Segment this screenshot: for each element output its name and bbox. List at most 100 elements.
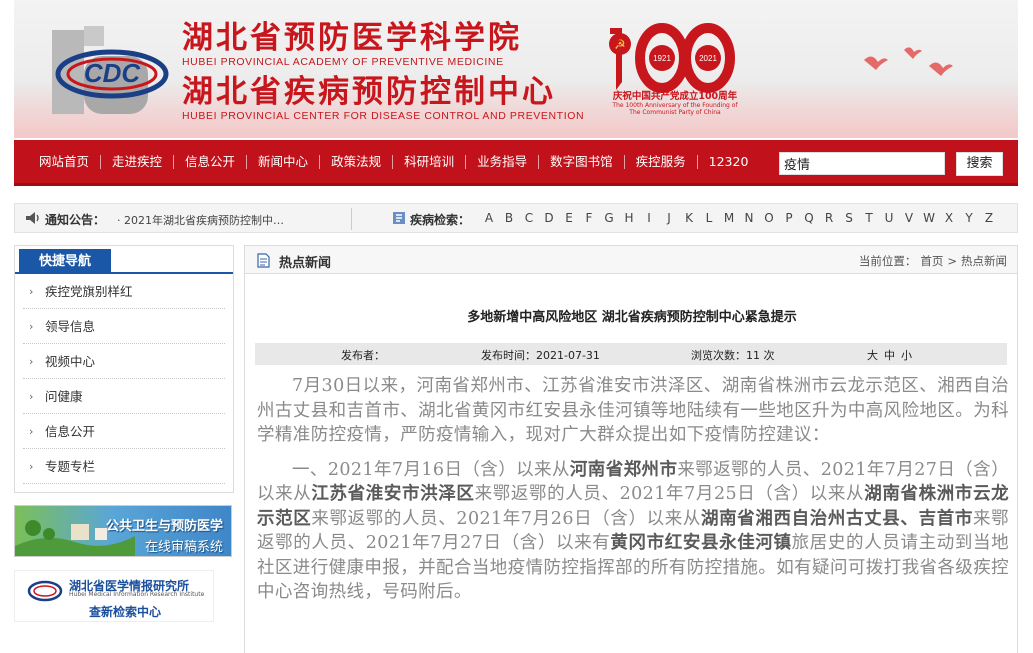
nav-item[interactable]: 走进疾控 xyxy=(101,154,173,170)
cdc-title: 湖北省疾病预防控制中心 xyxy=(182,74,556,110)
font-size-small-button[interactable]: 小 xyxy=(901,349,912,362)
quick-nav-label: 问健康 xyxy=(45,389,83,404)
nav-item[interactable]: 网站首页 xyxy=(28,154,100,170)
alphabet-letter-link[interactable]: D xyxy=(539,211,559,225)
search-button[interactable]: 搜索 xyxy=(956,152,1003,176)
quick-nav-item[interactable]: › 视频中心 xyxy=(23,344,225,379)
nav-item[interactable]: 12320 xyxy=(698,154,760,170)
svg-text:2021: 2021 xyxy=(699,54,717,63)
alphabet-letter-link[interactable]: P xyxy=(779,211,799,225)
alphabet-letter-link[interactable]: G xyxy=(599,211,619,225)
alphabet-letter-link[interactable]: S xyxy=(839,211,859,225)
nav-item[interactable]: 业务指导 xyxy=(466,154,538,170)
nav-item[interactable]: 政策法规 xyxy=(320,154,392,170)
review-system-line2: 在线审稿系统 xyxy=(144,540,223,555)
alphabet-letter-link[interactable]: U xyxy=(879,211,899,225)
svg-text:CDC: CDC xyxy=(84,58,142,88)
chevron-right-icon: › xyxy=(29,390,34,403)
highlighted-region: 湖南省湘西自治州古丈县、吉首市 xyxy=(701,508,973,529)
breadcrumb-home[interactable]: 首页 xyxy=(920,254,943,268)
breadcrumb-current[interactable]: 热点新闻 xyxy=(961,254,1007,268)
alphabet-letter-link[interactable]: M xyxy=(719,211,739,225)
chevron-right-icon: › xyxy=(29,320,34,333)
alphabet-letter-link[interactable]: X xyxy=(939,211,959,225)
paragraph-text: 来鄂返鄂的人员、2021年7月26日（含）以来从 xyxy=(311,508,702,529)
alphabet-letter-link[interactable]: O xyxy=(759,211,779,225)
academy-title: 湖北省预防医学科学院 xyxy=(182,20,522,56)
alphabet-letter-link[interactable]: J xyxy=(659,211,679,225)
institute-name-en: Hubei Medical Information Research Insti… xyxy=(69,591,205,598)
header-banner: CDC 湖北省预防医学科学院 HUBEI PROVINCIAL ACADEMY … xyxy=(14,0,1018,138)
alphabet-letter-link[interactable]: T xyxy=(859,211,879,225)
alphabet-letter-link[interactable]: V xyxy=(899,211,919,225)
font-size-large-button[interactable]: 大 xyxy=(867,349,878,362)
alphabet-letter-link[interactable]: W xyxy=(919,211,939,225)
novelty-search-center: 查新检索中心 xyxy=(89,605,162,619)
alphabet-letter-link[interactable]: Y xyxy=(959,211,979,225)
quick-nav-list: › 疾控党旗别样红 › 领导信息 › 视频中心 › 问健康 › 信息公开 › 专题专栏 xyxy=(15,274,233,484)
quick-nav-item[interactable]: › 专题专栏 xyxy=(23,449,225,484)
chevron-right-icon: › xyxy=(29,285,34,298)
alphabet-letter-link[interactable]: K xyxy=(679,211,699,225)
cdc-title-en: HUBEI PROVINCIAL CENTER FOR DISEASE CONT… xyxy=(182,110,585,122)
quick-nav-item[interactable]: › 信息公开 xyxy=(23,414,225,449)
centenary-en-1: The 100th Anniversary of the Founding of xyxy=(612,102,738,109)
alphabet-letter-link[interactable]: A xyxy=(479,211,499,225)
nav-item[interactable]: 数字图书馆 xyxy=(539,154,624,170)
alphabet-letter-link[interactable]: Z xyxy=(979,211,999,225)
novelty-search-banner[interactable]: 湖北省医学情报研究所 Hubei Medical Information Res… xyxy=(14,570,214,622)
quick-nav-header: 快捷导航 xyxy=(15,246,233,274)
alphabet-letter-link[interactable]: N xyxy=(739,211,759,225)
nav-item[interactable]: 信息公开 xyxy=(174,154,246,170)
alphabet-letter-link[interactable]: L xyxy=(699,211,719,225)
main-nav: 网站首页 走进疾控 信息公开 新闻中心 政策法规 科研培训 业务指导 数字图书馆 疾控服务 123… xyxy=(14,140,1018,186)
cdc-logo[interactable]: CDC xyxy=(52,26,176,116)
quick-nav-item[interactable]: › 问健康 xyxy=(23,379,225,414)
quick-nav-label: 疾控党旗别样红 xyxy=(45,284,133,299)
publish-time: 发布时间：2021-07-31 xyxy=(481,349,600,362)
breadcrumb-separator: > xyxy=(947,254,957,268)
centenary-en-2: The Communist Party of China xyxy=(629,109,721,116)
institute-logo-icon xyxy=(27,580,63,602)
publisher: 发布者： xyxy=(341,349,385,362)
alphabet-index: ABCDEFGHIJKLMNOPQRSTUVWXYZ xyxy=(479,211,999,225)
quick-nav-item[interactable]: › 疾控党旗别样红 xyxy=(23,274,225,309)
quick-nav-item[interactable]: › 领导信息 xyxy=(23,309,225,344)
font-size-controls: 大中小 xyxy=(867,347,918,363)
svg-text:1921: 1921 xyxy=(653,54,671,63)
article-paragraph-2: 一、2021年7月16日（含）以来从河南省郑州市来鄂返鄂的人员、2021年7月2… xyxy=(257,458,1009,605)
speaker-icon xyxy=(26,212,39,224)
search-input[interactable] xyxy=(779,152,945,175)
nav-items: 网站首页 走进疾控 信息公开 新闻中心 政策法规 科研培训 业务指导 数字图书馆 疾控服务 123… xyxy=(28,154,759,170)
quick-nav-label: 信息公开 xyxy=(45,424,96,439)
quick-nav-label: 视频中心 xyxy=(45,354,96,369)
centenary-caption: 庆祝中国共产党成立100周年 The 100th Anniversary of … xyxy=(600,88,750,116)
quick-nav-title: 快捷导航 xyxy=(19,249,111,274)
article-panel: 热点新闻 当前位置： 首页 > 热点新闻 多地新增中高风险地区 湖北省疾病预防控制中心… xyxy=(244,245,1018,653)
notice-bar: 通知公告： · 2021年湖北省疾病预防控制中… 疾病检索： ABCDEFGHI… xyxy=(14,203,1018,233)
quick-nav-label: 领导信息 xyxy=(45,319,96,334)
alphabet-letter-link[interactable]: R xyxy=(819,211,839,225)
quick-nav-label: 专题专栏 xyxy=(45,459,96,474)
svg-text:☭: ☭ xyxy=(614,38,626,53)
article-body: 7月30日以来，河南省郑州市、江苏省淮安市洪泽区、湖南省株洲市云龙示范区、湘西自… xyxy=(257,374,1009,615)
alphabet-letter-link[interactable]: B xyxy=(499,211,519,225)
nav-item[interactable]: 新闻中心 xyxy=(247,154,319,170)
alphabet-letter-link[interactable]: H xyxy=(619,211,639,225)
doves-decoration xyxy=(864,47,953,76)
font-size-medium-button[interactable]: 中 xyxy=(884,349,895,362)
review-system-banner[interactable]: 公共卫生与预防医学 在线审稿系统 xyxy=(14,505,232,557)
alphabet-letter-link[interactable]: C xyxy=(519,211,539,225)
nav-item[interactable]: 疾控服务 xyxy=(625,154,697,170)
notice-divider xyxy=(351,208,352,230)
chevron-right-icon: › xyxy=(29,425,34,438)
highlighted-region: 江苏省淮安市洪泽区 xyxy=(311,484,475,504)
nav-item[interactable]: 科研培训 xyxy=(393,154,465,170)
alphabet-letter-link[interactable]: E xyxy=(559,211,579,225)
notice-link[interactable]: · 2021年湖北省疾病预防控制中… xyxy=(117,212,284,228)
alphabet-letter-link[interactable]: F xyxy=(579,211,599,225)
alphabet-letter-link[interactable]: Q xyxy=(799,211,819,225)
paragraph-text: 一、2021年7月16日（含）以来从 xyxy=(292,459,570,480)
centenary-cn: 庆祝中国共产党成立100周年 xyxy=(612,91,738,102)
alphabet-letter-link[interactable]: I xyxy=(639,211,659,225)
